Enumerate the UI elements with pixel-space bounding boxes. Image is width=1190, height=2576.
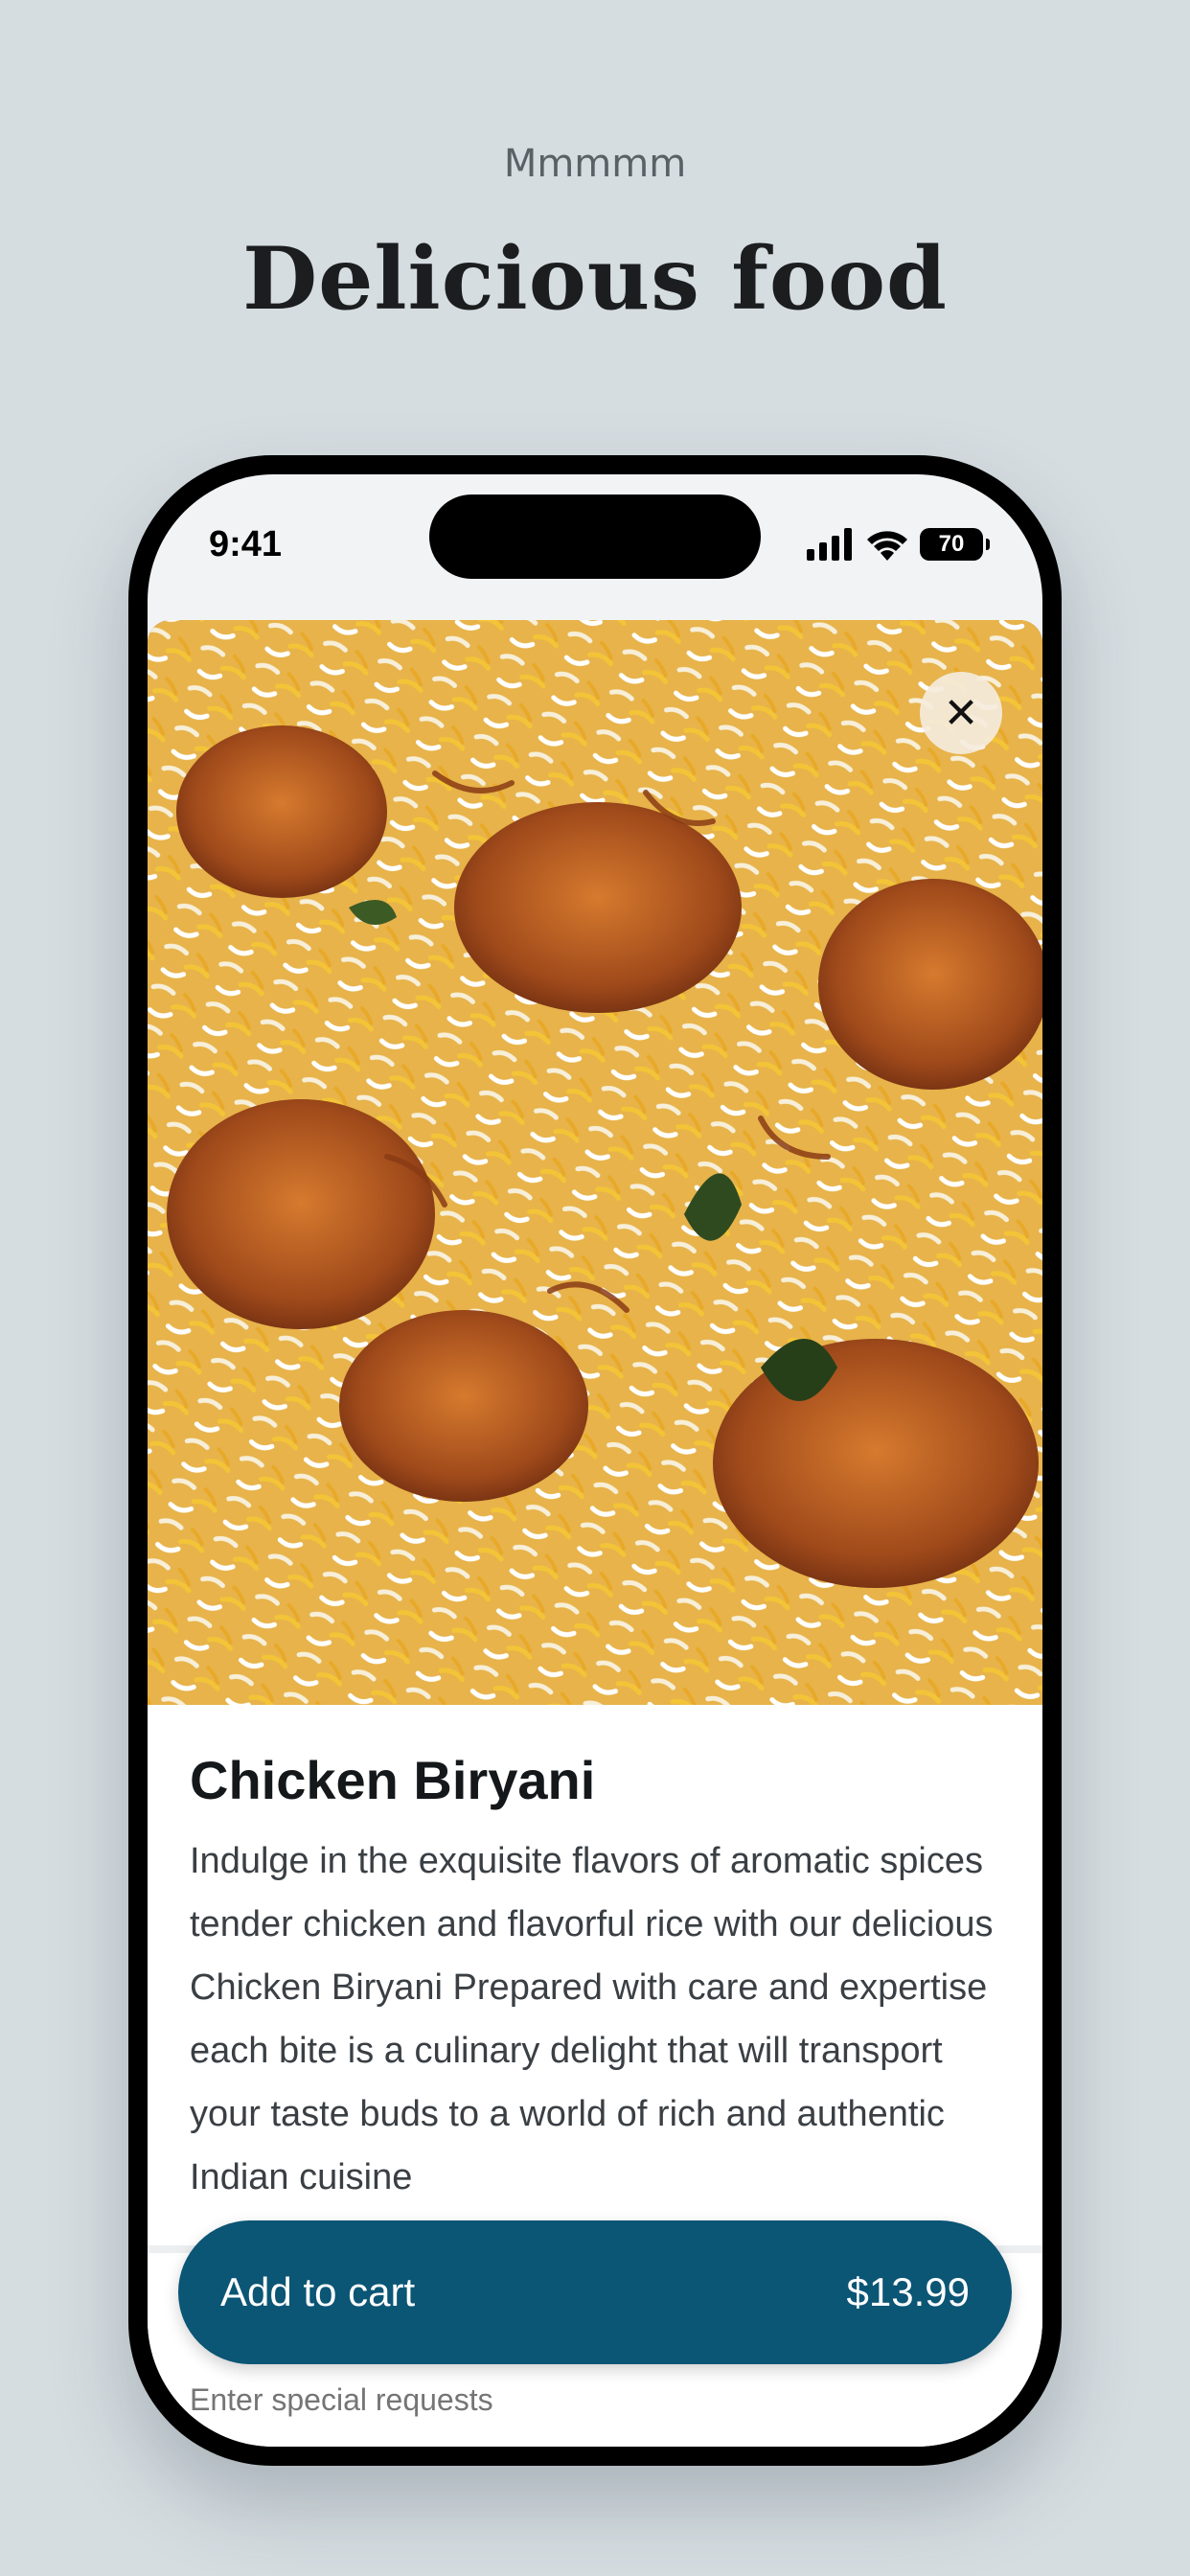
add-to-cart-label: Add to cart [220,2269,416,2314]
product-description: Indulge in the exquisite flavors of arom… [190,1841,994,2197]
eyebrow-text: Mmmmm [503,142,687,186]
dynamic-island [429,494,761,579]
product-title: Chicken Biryani [190,1750,596,1810]
page-headline: Delicious food [242,228,948,330]
status-time: 9:41 [209,524,283,564]
add-to-cart-button[interactable]: Add to cart $13.99 [178,2220,1012,2364]
special-requests-input[interactable] [190,2376,995,2424]
signal-icon [807,528,852,561]
wifi-icon [867,531,907,561]
battery-icon: 70 [920,528,990,561]
food-image: ✕ [148,620,1042,1705]
biryani-illustration [148,620,1042,1705]
close-icon: ✕ [943,689,979,737]
status-bar: 9:41 70 [148,474,1042,618]
phone-screen: 9:41 70 ✕ Chicken Biryani Indulge in the… [148,474,1042,2447]
status-icons: 70 [807,528,990,561]
phone-frame: 9:41 70 ✕ Chicken Biryani Indulge in the… [128,455,1062,2466]
close-button[interactable]: ✕ [920,672,1002,754]
product-sheet: ✕ Chicken Biryani Indulge in the exquisi… [148,620,1042,2447]
price-label: $13.99 [846,2269,970,2314]
